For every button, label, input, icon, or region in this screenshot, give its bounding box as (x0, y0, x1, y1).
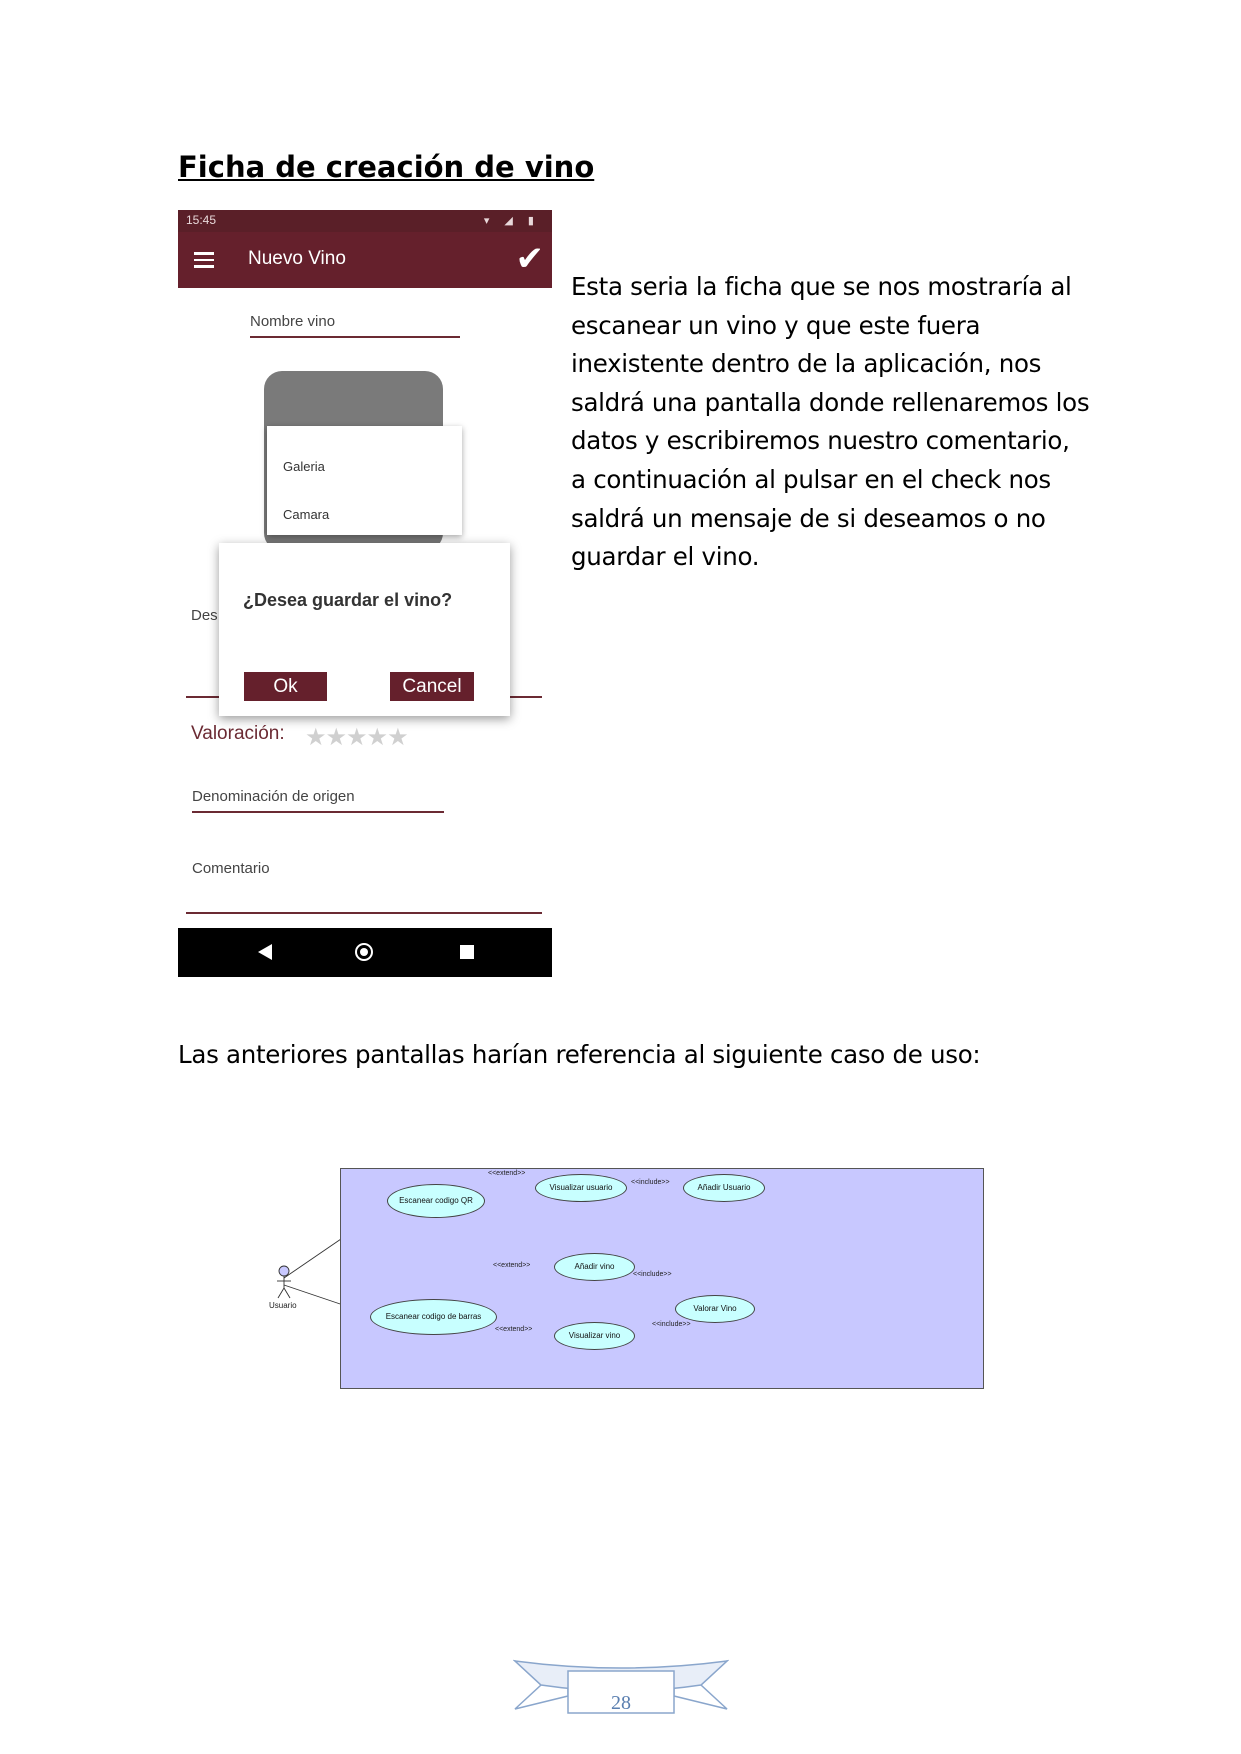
back-icon[interactable] (258, 944, 272, 960)
menu-item-camara[interactable]: Camara (283, 507, 329, 522)
app-bar-title: Nuevo Vino (248, 248, 346, 269)
usecase-anadir-vino: Añadir vino (554, 1253, 635, 1281)
stereotype-extend-mid: <<extend>> (493, 1262, 531, 1269)
section-heading: Ficha de creación de vino (178, 150, 595, 184)
denominacion-underline (192, 811, 444, 813)
usecase-escanear-barras: Escanear codigo de barras (370, 1299, 497, 1335)
rating-stars[interactable]: ★★★★★ (305, 723, 409, 751)
dialog-title: ¿Desea guardar el vino? (243, 590, 453, 610)
stereotype-include-mid: <<include>> (633, 1271, 672, 1278)
denominacion-field[interactable]: Denominación de origen (192, 788, 355, 805)
app-bar: Nuevo Vino ✔ (178, 232, 552, 288)
nombre-vino-field[interactable]: Nombre vino (250, 313, 335, 330)
status-bar: 15:45 ▾ ◢ ▮ (178, 210, 552, 232)
use-case-intro: Las anteriores pantallas harían referenc… (178, 1040, 981, 1069)
usecase-visualizar-usuario: Visualizar usuario (535, 1174, 627, 1202)
actor-icon (277, 1265, 291, 1299)
home-icon[interactable] (355, 943, 373, 961)
valoracion-label: Valoración: (191, 723, 285, 744)
check-icon[interactable]: ✔ (516, 239, 545, 279)
usecase-visualizar-vino: Visualizar vino (554, 1322, 635, 1350)
descripcion-field[interactable]: Des (191, 607, 218, 624)
android-nav-bar (178, 928, 552, 977)
actor-label: Usuario (269, 1301, 297, 1310)
usecase-escanear-qr: Escanear codigo QR (387, 1184, 485, 1218)
description-paragraph: Esta seria la ficha que se nos mostraría… (571, 272, 1090, 572)
usecase-valorar-vino: Valorar Vino (675, 1295, 755, 1323)
stereotype-include-bottom: <<include>> (652, 1321, 691, 1328)
recent-apps-icon[interactable] (460, 945, 474, 959)
use-case-diagram: Escanear codigo QR Visualizar usuario Añ… (340, 1168, 984, 1389)
comentario-underline (186, 912, 542, 914)
menu-item-galeria[interactable]: Galeria (283, 459, 325, 474)
stereotype-extend-bottom: <<extend>> (495, 1326, 533, 1333)
save-dialog: ¿Desea guardar el vino? Ok Cancel (219, 543, 510, 716)
cancel-button[interactable]: Cancel (390, 672, 474, 701)
image-source-menu: Galeria Camara (267, 426, 462, 535)
usecase-anadir-usuario: Añadir Usuario (683, 1174, 765, 1202)
phone-screenshot: 15:45 ▾ ◢ ▮ Nuevo Vino ✔ Nombre vino Gal… (178, 210, 552, 977)
stereotype-include-top: <<include>> (631, 1179, 670, 1186)
comentario-field[interactable]: Comentario (192, 860, 270, 877)
hamburger-menu-icon[interactable] (194, 252, 214, 268)
stereotype-extend-top: <<extend>> (488, 1170, 526, 1177)
page-number: 28 (611, 1692, 631, 1714)
nombre-vino-underline (250, 336, 460, 338)
status-time: 15:45 (186, 213, 217, 227)
status-icons: ▾ ◢ ▮ (483, 215, 540, 227)
ok-button[interactable]: Ok (244, 672, 327, 701)
